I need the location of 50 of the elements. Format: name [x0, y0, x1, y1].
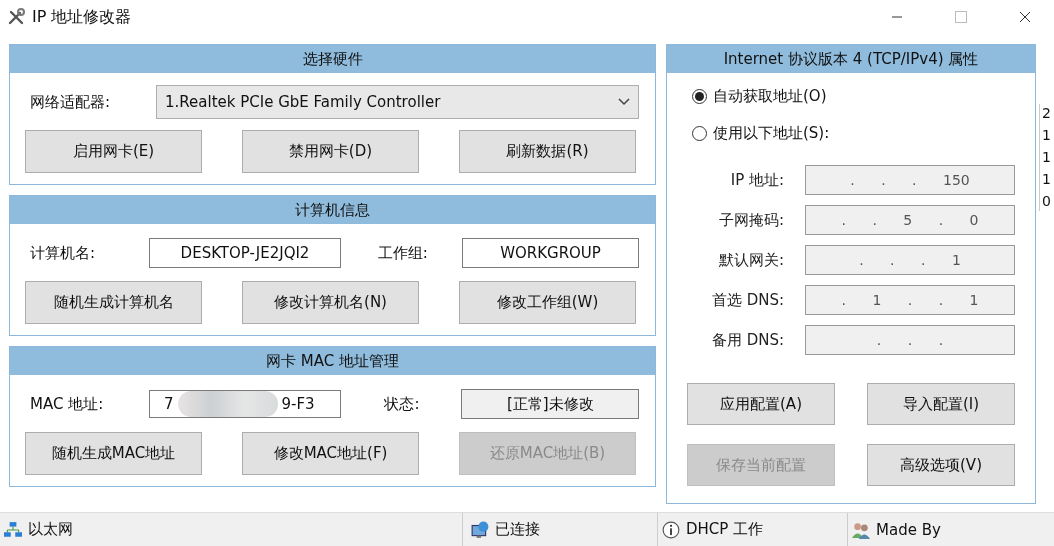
action-button[interactable]: 修改MAC地址(F)	[242, 432, 419, 475]
computer-name-field[interactable]: DESKTOP-JE2JQI2	[148, 238, 342, 268]
adapter-label: 网络适配器:	[30, 92, 112, 112]
background-text: 2	[1042, 104, 1052, 123]
action-button[interactable]: 导入配置(I)	[867, 383, 1015, 425]
users-icon	[852, 520, 870, 539]
field-label: 备用 DNS:	[710, 330, 785, 350]
adapter-dropdown[interactable]: 1.Realtek PCIe GbE Family Controller	[156, 85, 639, 119]
panel-title: 选择硬件	[10, 45, 655, 73]
caret-icon	[618, 98, 630, 106]
status-text: 已连接	[495, 520, 540, 539]
background-text: 1	[1042, 170, 1052, 189]
workgroup-field[interactable]: WORKGROUP	[462, 238, 639, 268]
close-icon[interactable]	[1019, 11, 1031, 23]
mac-label: MAC 地址:	[30, 394, 105, 414]
action-button[interactable]: 高级选项(V)	[867, 444, 1015, 486]
status-text: Made By	[876, 520, 941, 539]
panel-title: 网卡 MAC 地址管理	[10, 347, 655, 375]
status-field: [正常]未修改	[461, 389, 639, 419]
radio-option[interactable]: 使用以下地址(S):	[692, 124, 1035, 143]
info-icon	[662, 520, 680, 539]
action-button[interactable]: 禁用网卡(D)	[242, 130, 419, 173]
action-button[interactable]: 刷新数据(R)	[459, 130, 636, 173]
background-text: 1	[1042, 148, 1052, 167]
action-button[interactable]: 随机生成MAC地址	[25, 432, 202, 475]
workgroup-label: 工作组:	[376, 243, 429, 263]
action-button[interactable]: 随机生成计算机名	[25, 281, 202, 324]
field-label: 子网掩码:	[717, 210, 785, 230]
field-label: 默认网关:	[717, 250, 785, 270]
radio-option[interactable]: 自动获取地址(O)	[692, 87, 1035, 106]
background-text: 0	[1042, 192, 1052, 211]
tools-icon	[6, 7, 26, 27]
background-text: 1	[1042, 126, 1052, 145]
status-text: 以太网	[28, 520, 73, 539]
mac-field[interactable]: 7 9-F3	[149, 390, 341, 418]
network-icon	[4, 520, 22, 539]
panel-title: 计算机信息	[10, 196, 655, 224]
field-label: IP 地址:	[729, 170, 785, 190]
status-label: 状态:	[383, 394, 421, 414]
action-button[interactable]: 修改工作组(W)	[459, 281, 636, 324]
action-button[interactable]: 应用配置(A)	[687, 383, 835, 425]
panel-title: Internet 协议版本 4 (TCP/IPv4) 属性	[667, 45, 1035, 73]
action-button[interactable]: 修改计算机名(N)	[242, 281, 419, 324]
computer-name-label: 计算机名:	[30, 243, 97, 263]
field-label: 首选 DNS:	[710, 290, 785, 310]
action-button[interactable]: 启用网卡(E)	[25, 130, 202, 173]
globe-monitor-icon	[471, 520, 489, 539]
maximize-icon[interactable]	[955, 11, 967, 23]
window-title: IP 地址修改器	[32, 6, 132, 28]
status-text: DHCP 工作	[686, 520, 764, 539]
